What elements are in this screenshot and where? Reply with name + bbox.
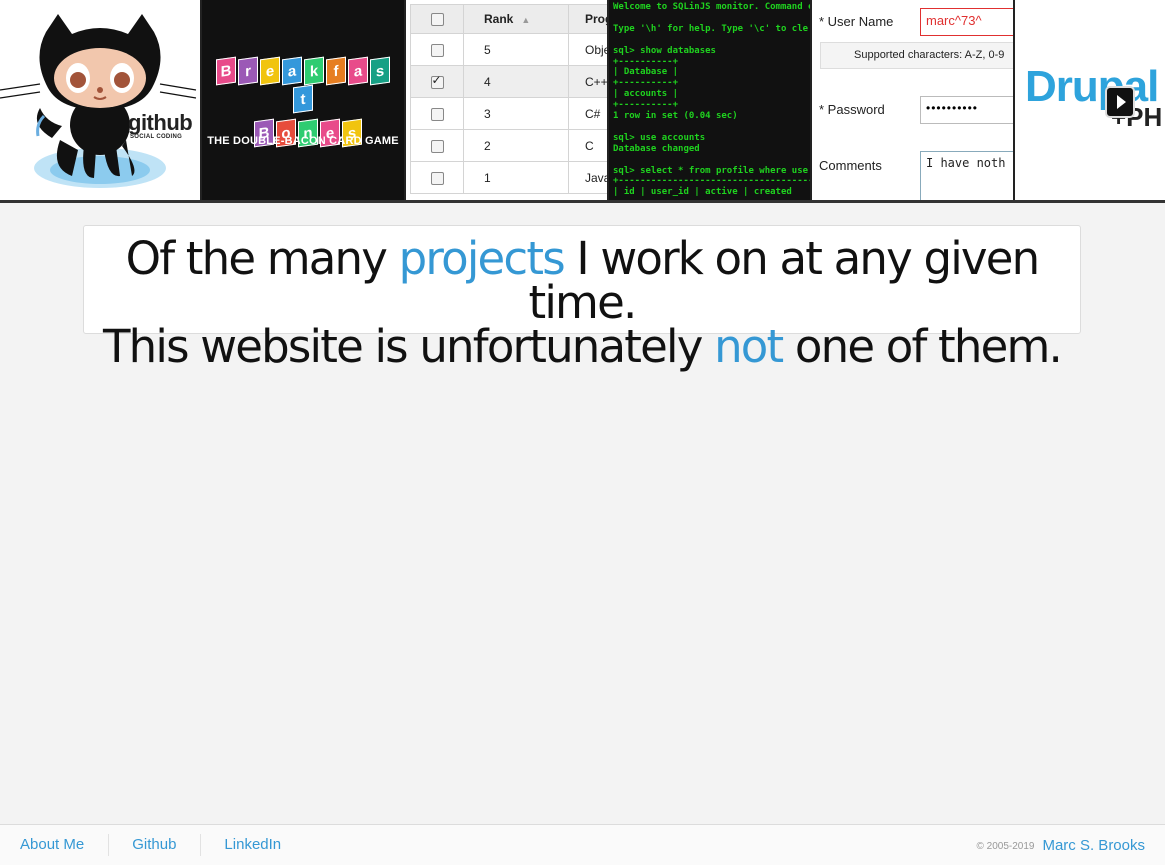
checkbox-icon[interactable] [430, 107, 444, 121]
row-checkbox-cell[interactable] [410, 97, 464, 130]
form-validator-thumbnail[interactable]: * User Name marc^73^ Supported character… [812, 0, 1013, 200]
terminal-line: | id | user_id | active | created [613, 187, 792, 198]
grid-plugin-thumbnail[interactable]: Rank▲ Prog 5Object4C++3C#2C1Java [406, 0, 607, 200]
copyright-text: © 2005-2019 [976, 841, 1035, 852]
logo-letter-tile: s [370, 56, 390, 86]
breakfast-bones-subtitle: THE DOUBLE-BACON CARD GAME [207, 135, 399, 147]
cell-program: C++ [568, 65, 607, 98]
footer-link-about-me[interactable]: About Me [0, 834, 110, 856]
comments-textarea[interactable]: I have noth [920, 151, 1013, 200]
github-thumbnail[interactable]: github SOCIAL CODING [0, 0, 200, 200]
logo-letter-tile: t [293, 84, 313, 114]
checkbox-checked-icon[interactable] [430, 73, 444, 89]
footer-link-github[interactable]: Github [109, 834, 202, 856]
checkbox-icon[interactable] [430, 139, 444, 153]
octocat-icon [0, 14, 197, 188]
table-row[interactable]: 3 C# [410, 97, 607, 130]
project-thumbnail-strip: github SOCIAL CODING BreakfastBones THE … [0, 0, 1165, 203]
terminal-line: +----------+ [613, 100, 679, 111]
terminal-line: sql> select * from profile where use [613, 165, 809, 176]
logo-letter-tile: a [348, 56, 368, 86]
terminal-line: +----------+ [613, 78, 679, 89]
terminal-output: Welcome to SQLinJS monitor. Command e Typ… [613, 2, 810, 198]
password-field[interactable]: •••••••••• [920, 96, 1013, 124]
github-tagline: SOCIAL CODING [130, 134, 183, 140]
cell-rank: 5 [463, 33, 569, 66]
github-wordmark: github [128, 110, 193, 135]
checkbox-icon[interactable] [430, 171, 444, 185]
cell-rank: 3 [463, 97, 569, 130]
slideshow-play-button[interactable] [1105, 86, 1135, 118]
terminal-line: Welcome to SQLinJS monitor. Command e [613, 2, 810, 12]
terminal-line: | Database | [613, 67, 679, 78]
logo-letter-tile: e [260, 56, 280, 86]
table-header-row: Rank▲ Prog [410, 4, 607, 34]
logo-letter-tile: B [216, 56, 236, 86]
highlight-not: not [714, 320, 784, 373]
author-link[interactable]: Marc S. Brooks [1042, 837, 1145, 854]
logo-letter-tile: a [282, 56, 302, 86]
play-icon [1117, 95, 1126, 109]
breakfast-bones-logo: BreakfastBones [210, 56, 396, 148]
sqlinjs-terminal-thumbnail[interactable]: Welcome to SQLinJS monitor. Command e Typ… [609, 0, 810, 200]
cell-rank: 1 [463, 161, 569, 194]
footer-nav: About Me Github LinkedIn [0, 825, 305, 865]
footer-link-linkedin[interactable]: LinkedIn [201, 834, 305, 856]
comments-label: Comments [819, 158, 882, 173]
checkbox-icon[interactable] [430, 13, 444, 27]
terminal-line: Type '\h' for help. Type '\c' to cle [613, 23, 809, 34]
banner-line-1: Of the many projects I work on at any gi… [125, 232, 1041, 329]
terminal-line: | accounts | [613, 89, 679, 100]
cell-program: C# [568, 97, 607, 130]
checkbox-icon[interactable] [430, 43, 444, 57]
select-all-checkbox[interactable] [410, 4, 464, 34]
drupal-thumbnail[interactable]: Drupal +PH [1015, 0, 1165, 200]
column-header-rank[interactable]: Rank ▲ [463, 4, 569, 34]
cell-rank: 2 [463, 129, 569, 162]
logo-letter-tile: f [326, 56, 346, 86]
intro-banner: Of the many projects I work on at any gi… [83, 225, 1081, 369]
banner-line-2: This website is unfortunately not one of… [102, 320, 1063, 373]
logo-letter-tile: k [304, 56, 324, 86]
password-label: * Password [819, 102, 885, 117]
footer-credits: © 2005-2019 Marc S. Brooks [977, 825, 1146, 865]
row-checkbox-cell[interactable] [410, 65, 464, 98]
table-row[interactable]: 4C++ [410, 65, 607, 98]
row-checkbox-cell[interactable] [410, 129, 464, 162]
table-row[interactable]: 2C [410, 129, 607, 162]
cell-rank: 4 [463, 65, 569, 98]
terminal-line: +----------+ [613, 56, 679, 67]
table-row[interactable]: 5Object [410, 33, 607, 66]
username-field[interactable]: marc^73^ [920, 8, 1013, 36]
table-row[interactable]: 1Java [410, 161, 607, 194]
terminal-line: Database changed [613, 143, 700, 154]
column-header-program[interactable]: Prog [568, 4, 607, 34]
cell-program: C [568, 129, 607, 162]
terminal-line: 1 row in set (0.04 sec) [613, 111, 738, 122]
sort-ascending-icon: ▲ [521, 15, 531, 25]
cell-program: Object [568, 33, 607, 66]
breakfast-bones-thumbnail[interactable]: BreakfastBones THE DOUBLE-BACON CARD GAM… [202, 0, 404, 200]
username-label: * User Name [819, 14, 894, 29]
row-checkbox-cell[interactable] [410, 161, 464, 194]
cell-program: Java [568, 161, 607, 194]
row-checkbox-cell[interactable] [410, 33, 464, 66]
footer: About Me Github LinkedIn © 2005-2019 Mar… [0, 824, 1165, 865]
ranking-table: Rank▲ Prog 5Object4C++3C#2C1Java [410, 4, 607, 194]
terminal-line: sql> show databases [613, 45, 716, 56]
terminal-line: +------------------------------------ [613, 176, 810, 187]
logo-letter-tile: r [238, 56, 258, 86]
terminal-line: sql> use accounts [613, 132, 706, 143]
username-hint: Supported characters: A-Z, 0-9 [820, 42, 1013, 69]
